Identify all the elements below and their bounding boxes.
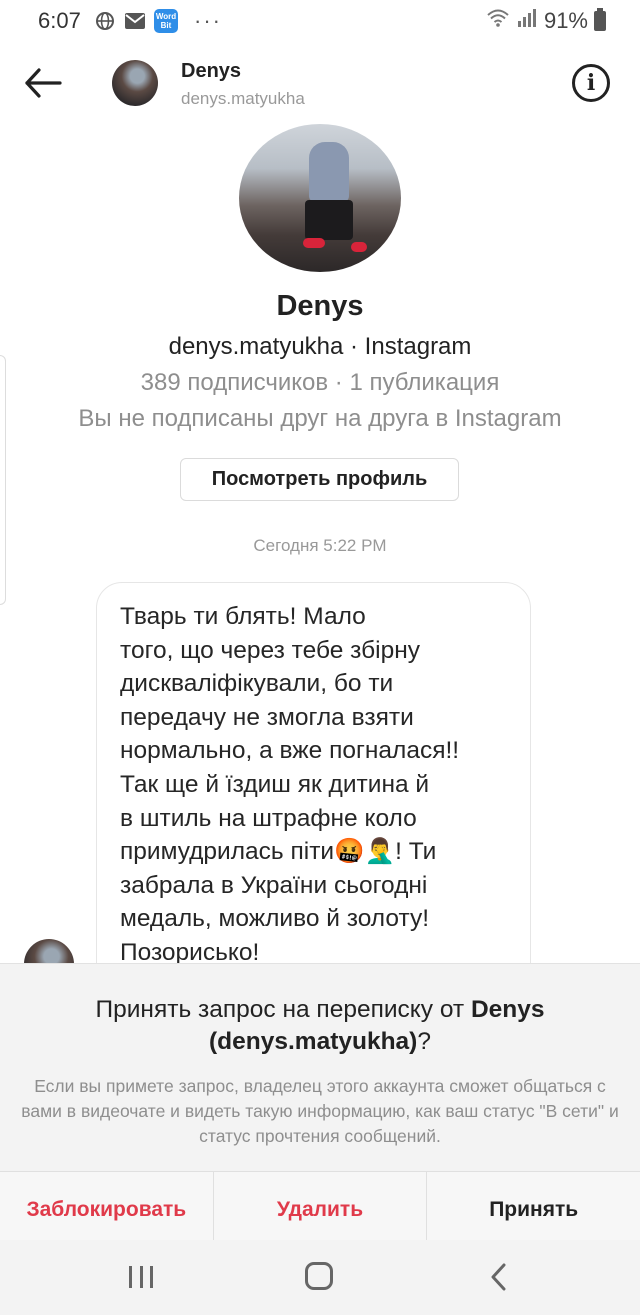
request-title-suffix: ? [417,1028,431,1055]
status-bar: 6:07 Word Bit ··· 91% [0,0,640,42]
follow-status: Вы не подписаны друг на друга в Instagra… [78,405,562,432]
back-arrow-icon[interactable] [22,62,64,104]
status-system-icons: 91% [486,8,606,34]
block-button[interactable]: Заблокировать [0,1172,213,1247]
profile-photo[interactable] [239,124,401,272]
more-notifications-icon: ··· [194,8,222,33]
request-title: Принять запрос на переписку от Denys (de… [30,994,610,1058]
profile-photo-shoe [303,238,325,248]
mail-icon [124,10,146,32]
info-icon[interactable]: i [572,64,610,102]
globe-icon [94,10,116,32]
profile-username-source: denys.matyukha · Instagram [168,333,472,360]
recent-apps-icon[interactable] [129,1266,153,1288]
request-title-prefix: Принять запрос на переписку от [95,996,471,1023]
accept-button[interactable]: Принять [426,1172,640,1247]
nav-back-icon[interactable] [489,1262,509,1292]
message-timestamp: Сегодня 5:22 PM [253,536,387,555]
home-icon[interactable] [305,1262,333,1290]
profile-name: Denys [276,290,364,322]
signal-icon [516,8,538,34]
request-title-username: (denys.matyukha) [209,1028,418,1055]
delete-button[interactable]: Удалить [212,1172,427,1247]
edge-panel-handle[interactable] [0,355,6,605]
view-profile-button[interactable]: Посмотреть профиль [180,458,459,501]
header-name[interactable]: Denys [181,60,241,83]
conversation-header: Denys denys.matyukha i [0,44,640,124]
message-text: Тварь ти блять! Мало того, що через тебе… [120,603,460,966]
request-description: Если вы примете запрос, владелец этого а… [21,1076,619,1146]
wifi-icon [486,8,510,34]
profile-photo-shoe [351,242,367,252]
system-nav-bar [0,1240,640,1315]
profile-photo-legs [305,200,353,240]
profile-stats: 389 подписчиков · 1 публикация [140,369,500,396]
header-username: denys.matyukha [181,89,305,108]
battery-icon [594,8,606,31]
profile-photo-figure [309,142,349,202]
header-avatar[interactable] [112,60,158,106]
request-actions: Заблокировать Удалить Принять [0,1171,640,1247]
status-time: 6:07 [38,8,81,33]
request-title-name: Denys [470,996,545,1023]
message-bubble[interactable]: Тварь ти блять! Мало того, що через тебе… [96,582,531,1002]
battery-percent: 91% [543,8,588,33]
wordbit-app-icon: Word Bit [154,9,178,33]
status-notification-icons: Word Bit ··· [94,8,222,34]
